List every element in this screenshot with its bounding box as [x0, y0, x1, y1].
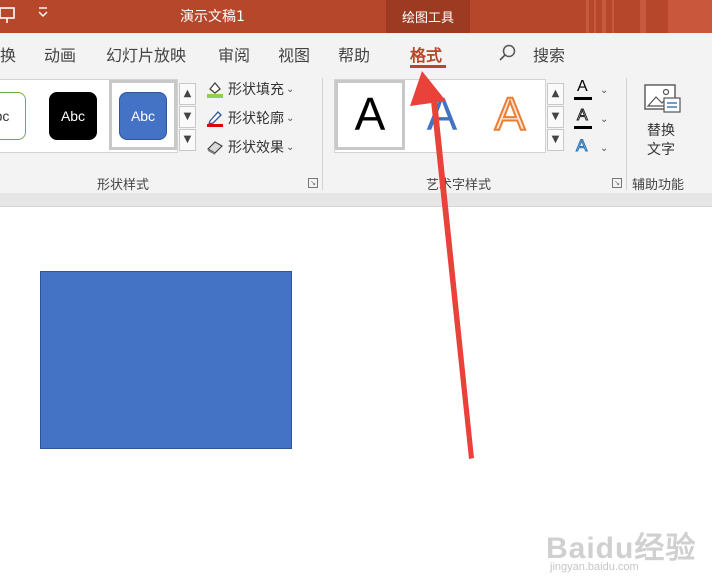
pen-icon: [206, 109, 224, 127]
tab-transitions[interactable]: 换: [0, 42, 16, 66]
text-effects-button[interactable]: A ⌄: [574, 136, 609, 161]
shape-effects-button[interactable]: 形状效果 ⌄: [206, 137, 294, 161]
title-decoration: [612, 0, 614, 33]
shape-fill-button[interactable]: 形状填充 ⌄: [206, 79, 294, 103]
text-effects-icon: A: [575, 136, 588, 156]
text-outline-button[interactable]: A ⌄: [574, 107, 609, 132]
slideshow-start-icon[interactable]: [0, 6, 16, 28]
chevron-down-icon: ⌄: [286, 141, 295, 153]
group-label-wordart-styles: 艺术字样式: [426, 178, 492, 193]
contextual-tab-group-label: 绘图工具: [401, 11, 454, 26]
alt-text-button[interactable]: 替换 文字: [640, 82, 688, 162]
wordart-sample-blue[interactable]: A: [412, 88, 472, 140]
alt-text-label-line2: 文字: [647, 142, 675, 158]
text-fill-button[interactable]: A ⌄: [574, 78, 609, 103]
qat-customize-icon[interactable]: [37, 5, 49, 23]
title-decoration: [602, 0, 606, 33]
chevron-down-icon: ⌄: [600, 142, 609, 154]
title-decoration: [586, 0, 589, 33]
group-label-accessibility: 辅助功能: [632, 178, 685, 193]
tab-view[interactable]: 视图: [278, 42, 310, 66]
wordart-styles-dialog-launcher[interactable]: ↘: [612, 178, 622, 188]
search-icon[interactable]: [498, 43, 518, 67]
title-decoration: [668, 0, 712, 33]
paint-bucket-icon: [206, 80, 224, 98]
tab-format[interactable]: 格式: [410, 42, 442, 66]
group-separator: [322, 78, 323, 190]
ribbon-tab-row: 换 动画 幻灯片放映 审阅 视图 帮助 格式 搜索: [0, 33, 712, 73]
watermark: Baidu经验 jingyan.baidu.com: [546, 523, 706, 579]
tab-review[interactable]: 审阅: [218, 42, 250, 66]
chevron-down-icon: ⌄: [600, 113, 609, 125]
document-title: 演示文稿1: [180, 9, 245, 25]
alt-text-label-line1: 替换: [647, 123, 675, 139]
title-decoration: [640, 0, 646, 33]
tab-slideshow[interactable]: 幻灯片放映: [106, 42, 186, 66]
chevron-down-icon: ⌄: [600, 84, 609, 96]
tell-me-search[interactable]: 搜索: [533, 42, 565, 66]
active-tab-indicator: [410, 65, 446, 68]
text-outline-icon: A: [577, 107, 589, 125]
group-separator: [626, 78, 627, 190]
shape-style-swatch-selected[interactable]: Abc: [119, 92, 167, 140]
gallery-more-button[interactable]: ▼: [547, 129, 564, 151]
gallery-scroll-down-button[interactable]: ▼: [179, 106, 196, 128]
text-fill-icon: A: [577, 78, 588, 95]
chevron-down-icon: ⌄: [286, 83, 295, 95]
title-decoration: [594, 0, 596, 33]
shape-styles-dialog-launcher[interactable]: ↘: [308, 178, 318, 188]
ribbon-bottom-edge: [0, 193, 712, 207]
shape-style-swatch[interactable]: bc: [0, 92, 26, 140]
gallery-more-button[interactable]: ▼: [179, 129, 196, 151]
shape-effects-icon: [206, 138, 224, 156]
gallery-scroll-up-button[interactable]: ▲: [547, 83, 564, 105]
wordart-sample-orange[interactable]: A: [480, 87, 540, 141]
shape-style-swatch[interactable]: Abc: [49, 92, 97, 140]
gallery-scroll-down-button[interactable]: ▼: [547, 106, 564, 128]
contextual-tab-group-drawing-tools: 绘图工具: [386, 0, 470, 33]
shape-outline-button[interactable]: 形状轮廓 ⌄: [206, 108, 294, 132]
blue-rectangle-shape[interactable]: [40, 271, 292, 449]
watermark-url: jingyan.baidu.com: [550, 561, 639, 573]
chevron-down-icon: ⌄: [286, 112, 295, 124]
tab-help[interactable]: 帮助: [338, 42, 370, 66]
wordart-sample-black[interactable]: A: [340, 88, 400, 140]
group-label-shape-styles: 形状样式: [97, 178, 150, 193]
alt-text-icon: [644, 84, 682, 120]
gallery-scroll-up-button[interactable]: ▲: [179, 83, 196, 105]
tab-animations[interactable]: 动画: [44, 42, 76, 66]
title-bar: 演示文稿1 绘图工具: [0, 0, 712, 33]
